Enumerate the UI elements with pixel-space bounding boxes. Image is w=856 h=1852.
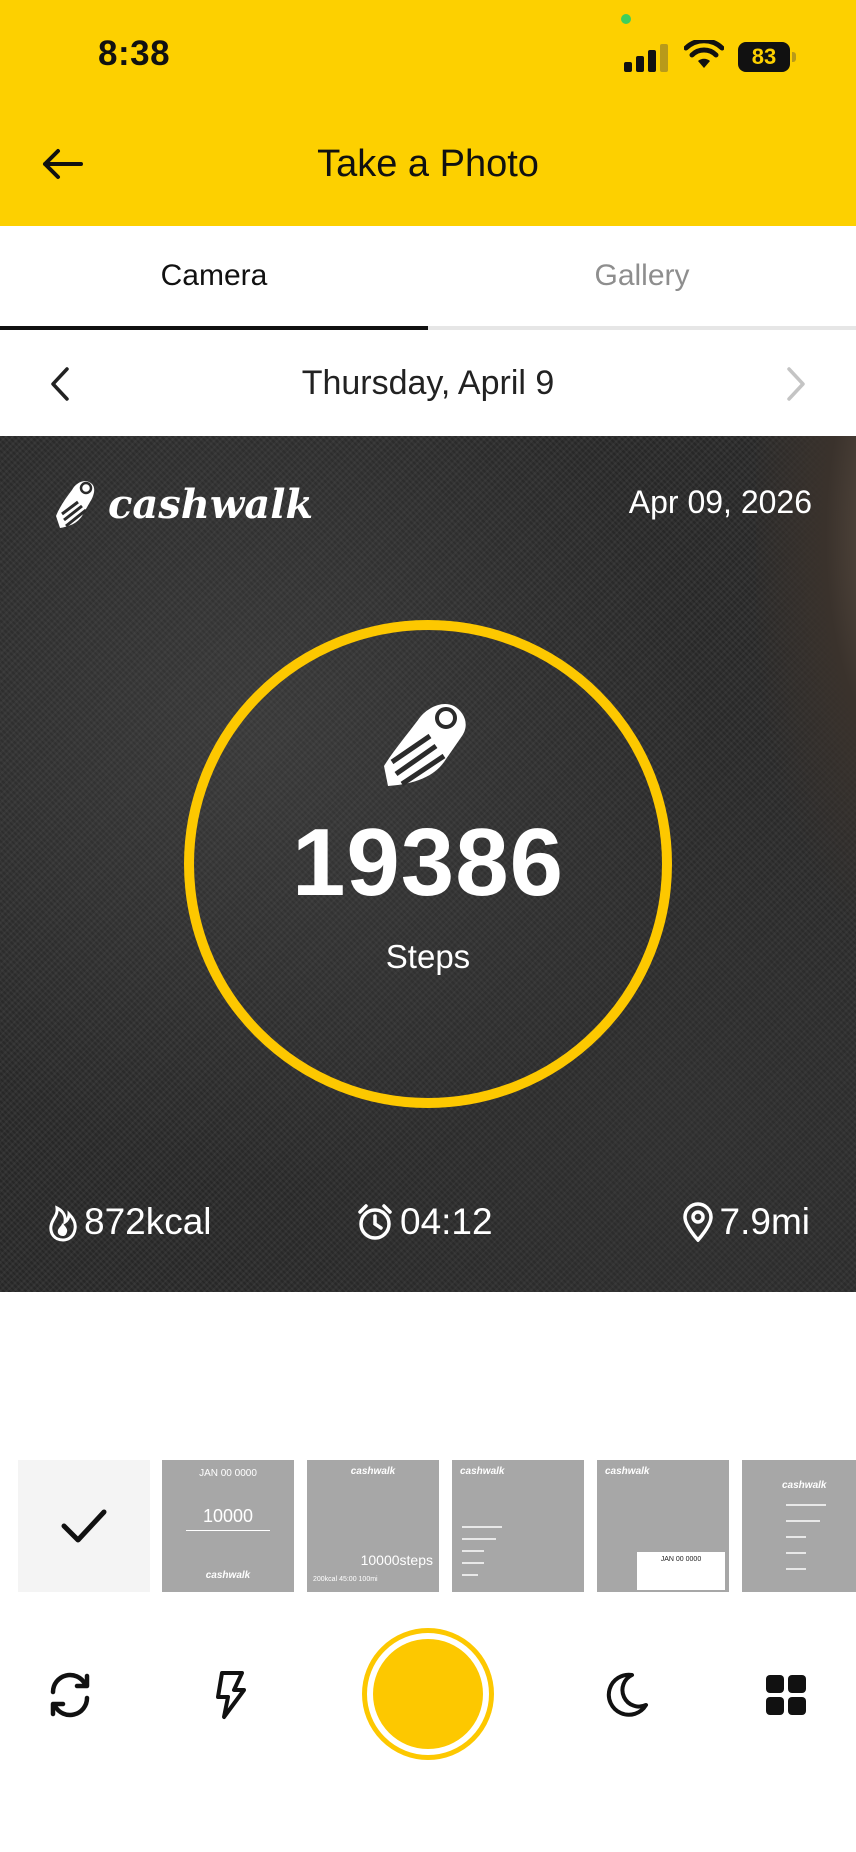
thumb-brand: cashwalk — [205, 1570, 251, 1581]
tab-camera[interactable]: Camera — [0, 226, 428, 330]
battery-cap — [792, 52, 796, 62]
night-mode-button[interactable] — [596, 1665, 656, 1725]
flip-camera-button[interactable] — [40, 1665, 100, 1725]
camera-preview[interactable]: cashwalk Apr 09, 2026 19386 Steps 872kca… — [0, 436, 856, 1292]
thumb-stats-text: 200kcal 45:00 100mi — [313, 1576, 378, 1583]
shutter-button[interactable] — [362, 1628, 494, 1760]
duration-stat: 04:12 — [356, 1196, 493, 1248]
thumb-date-text: JAN 00 0000 — [199, 1468, 257, 1479]
duration-value: 04:12 — [400, 1201, 493, 1242]
distance-stat: 7.9mi — [682, 1196, 810, 1248]
template-thumb-5[interactable]: cashwalk JAN 00 0000 — [597, 1460, 729, 1592]
page-title: Take a Photo — [317, 143, 539, 185]
calories-stat: 872kcal — [48, 1196, 212, 1248]
steps-label: Steps — [385, 938, 471, 975]
steps-value: 19386 — [292, 809, 564, 916]
thumb-card-text: JAN 00 0000 — [660, 1556, 702, 1563]
thumb-line — [786, 1568, 806, 1570]
battery-icon: 83 — [738, 42, 798, 72]
template-thumb-6[interactable]: cashwalk — [742, 1460, 856, 1592]
template-thumb-2[interactable]: JAN 00 0000 10000 cashwalk — [162, 1460, 294, 1592]
thumb-steps-text: 10000steps — [360, 1552, 433, 1568]
next-date-button[interactable] — [764, 352, 828, 416]
tab-bar: Camera Gallery — [0, 226, 856, 330]
thumb-line — [462, 1574, 478, 1576]
chevron-right-icon — [787, 367, 805, 401]
thumb-brand: cashwalk — [460, 1466, 505, 1477]
shoe-icon — [384, 703, 466, 787]
template-strip: JAN 00 0000 10000 cashwalk cashwalk 1000… — [0, 1460, 856, 1592]
thumb-brand: cashwalk — [350, 1466, 396, 1477]
shoe-icon — [56, 481, 95, 528]
brand-name: cashwalk — [108, 480, 314, 528]
camera-indicator-dot — [621, 14, 631, 24]
date-label: Thursday, April 9 — [301, 364, 555, 402]
template-thumb-1[interactable] — [18, 1460, 150, 1592]
flip-camera-icon — [50, 1672, 90, 1718]
photo-date: Apr 09, 2026 — [628, 484, 812, 520]
thumb-line — [462, 1562, 484, 1564]
battery-level: 83 — [738, 42, 790, 72]
thumb-brand: cashwalk — [605, 1466, 650, 1477]
wifi-icon — [683, 38, 725, 70]
tab-gallery[interactable]: Gallery — [428, 226, 856, 330]
template-thumb-3[interactable]: cashwalk 10000steps 200kcal 45:00 100mi — [307, 1460, 439, 1592]
status-time: 8:38 — [98, 34, 171, 73]
thumb-card: JAN 00 0000 — [637, 1552, 725, 1590]
flash-button[interactable] — [200, 1665, 260, 1725]
brand-logo: cashwalk — [52, 472, 313, 536]
thumb-line — [786, 1520, 820, 1522]
calories-value: 872kcal — [84, 1201, 212, 1242]
thumb-line — [462, 1550, 484, 1552]
template-thumb-4[interactable]: cashwalk — [452, 1460, 584, 1592]
date-navigator: Thursday, April 9 — [0, 330, 856, 436]
thumb-steps-text: 10000 — [202, 1506, 254, 1526]
header: 8:38 83 Take a Photo — [0, 0, 856, 226]
alarm-clock-icon — [358, 1204, 392, 1240]
thumb-divider — [186, 1530, 270, 1531]
signal-icon — [624, 42, 670, 72]
checkmark-icon — [61, 1509, 107, 1543]
thumb-line — [786, 1552, 806, 1554]
thumb-line — [786, 1536, 806, 1538]
grid-icon — [766, 1675, 806, 1715]
location-pin-icon — [682, 1202, 713, 1242]
camera-controls — [0, 1620, 856, 1770]
app-root: 8:38 83 Take a Photo Camera Gallery Thur… — [0, 0, 856, 1852]
thumb-line — [462, 1538, 496, 1540]
distance-value: 7.9mi — [719, 1201, 810, 1242]
thumb-line — [462, 1526, 502, 1528]
night-mode-icon — [606, 1672, 648, 1717]
thumb-line — [786, 1504, 826, 1506]
shutter-inner — [373, 1639, 483, 1749]
flame-icon — [49, 1205, 77, 1242]
layout-grid-button[interactable] — [756, 1665, 816, 1725]
thumb-brand: cashwalk — [782, 1480, 827, 1491]
flash-icon — [216, 1671, 246, 1719]
